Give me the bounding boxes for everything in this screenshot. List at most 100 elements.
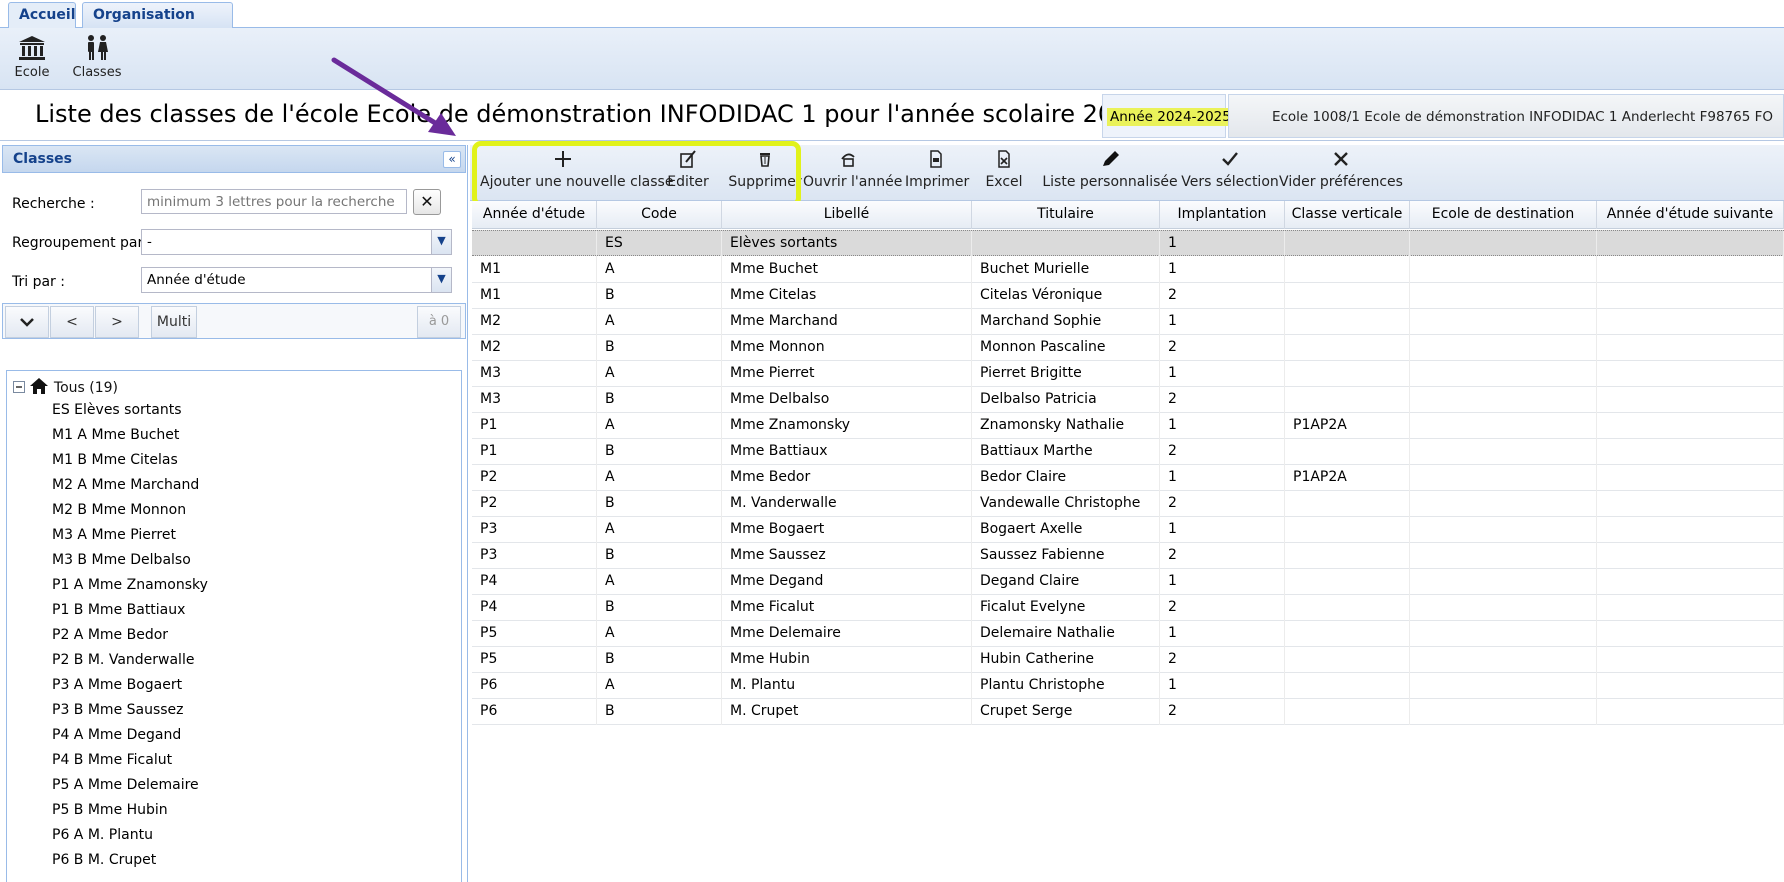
tree-root[interactable]: Tous (19) <box>13 377 118 397</box>
collapse-panel-button[interactable]: « <box>443 151 461 168</box>
tree-item[interactable]: P5 B Mme Hubin <box>52 802 168 818</box>
table-cell <box>472 231 597 257</box>
tree-item[interactable]: M3 A Mme Pierret <box>52 527 176 543</box>
ecole-button[interactable]: Ecole <box>12 34 52 80</box>
chevron-down-icon[interactable]: ▼ <box>431 230 451 254</box>
table-row[interactable]: M3 B Mme Delbalso Delbalso Patricia 2 <box>472 387 1784 413</box>
tree-item[interactable]: P4 A Mme Degand <box>52 727 181 743</box>
to-selection-button[interactable]: Vers sélection <box>1170 149 1290 190</box>
tab-accueil[interactable]: Accueil <box>8 2 76 28</box>
table-cell <box>1597 361 1784 387</box>
open-lock-icon <box>841 153 855 167</box>
table-cell: A <box>597 621 722 647</box>
table-cell: 1 <box>1160 569 1285 595</box>
table-cell: P4 <box>472 595 597 621</box>
school-info-box: Ecole 1008/1 Ecole de démonstration INFO… <box>1228 94 1784 138</box>
table-row[interactable]: P3 B Mme Saussez Saussez Fabienne 2 <box>472 543 1784 569</box>
print-button[interactable]: Imprimer <box>905 149 969 190</box>
double-chevron-left-icon: « <box>448 152 456 166</box>
reset-button[interactable]: à 0 <box>417 306 461 338</box>
group-row[interactable]: ES Elèves sortants 1 <box>472 230 1784 257</box>
tree-item[interactable]: P1 A Mme Znamonsky <box>52 577 208 593</box>
table-cell <box>1597 673 1784 699</box>
tree-item[interactable]: M1 A Mme Buchet <box>52 427 179 443</box>
search-input[interactable] <box>141 189 407 214</box>
table-row[interactable]: P6 B M. Crupet Crupet Serge 2 <box>472 699 1784 725</box>
table-row[interactable]: P1 A Mme Znamonsky Znamonsky Nathalie 1 P1AP2… <box>472 413 1784 439</box>
previous-button[interactable]: < <box>50 306 94 338</box>
table-cell: B <box>597 387 722 413</box>
table-row[interactable]: P4 A Mme Degand Degand Claire 1 <box>472 569 1784 595</box>
year-selector[interactable]: Année 2024-2025 <box>1102 94 1234 138</box>
table-row[interactable]: M2 A Mme Marchand Marchand Sophie 1 <box>472 309 1784 335</box>
multi-button[interactable]: Multi <box>151 306 197 338</box>
table-row[interactable]: M2 B Mme Monnon Monnon Pascaline 2 <box>472 335 1784 361</box>
table-cell <box>1285 673 1410 699</box>
table-cell: P3 <box>472 517 597 543</box>
tree-item[interactable]: P5 A Mme Delemaire <box>52 777 199 793</box>
tree-item[interactable]: M2 B Mme Monnon <box>52 502 186 518</box>
table-cell: Bedor Claire <box>972 465 1160 491</box>
table-row[interactable]: M1 B Mme Citelas Citelas Véronique 2 <box>472 283 1784 309</box>
tree-item[interactable]: P3 A Mme Bogaert <box>52 677 182 693</box>
tree-item[interactable]: M2 A Mme Marchand <box>52 477 199 493</box>
table-cell <box>1597 439 1784 465</box>
tree-item[interactable]: P6 A M. Plantu <box>52 827 153 843</box>
table-cell: Mme Bogaert <box>722 517 972 543</box>
table-row[interactable]: P3 A Mme Bogaert Bogaert Axelle 1 <box>472 517 1784 543</box>
chevron-down-icon[interactable]: ▼ <box>431 268 451 292</box>
table-cell: P3 <box>472 543 597 569</box>
grid-header: Année d'étude Code Libellé Titulaire Implant… <box>472 201 1784 229</box>
table-cell <box>1410 699 1597 725</box>
custom-list-button[interactable]: Liste personnalisée <box>1034 149 1186 190</box>
tree-item[interactable]: P1 B Mme Battiaux <box>52 602 185 618</box>
sort-by-select[interactable]: Année d'étude ▼ <box>141 267 452 293</box>
tree-item[interactable]: ES Elèves sortants <box>52 402 182 418</box>
excel-button[interactable]: Excel <box>982 149 1026 190</box>
table-row[interactable]: M1 A Mme Buchet Buchet Murielle 1 <box>472 257 1784 283</box>
table-cell: Buchet Murielle <box>972 257 1160 283</box>
tree-item[interactable]: P2 B M. Vanderwalle <box>52 652 194 668</box>
table-cell: P5 <box>472 647 597 673</box>
tree-item[interactable]: P4 B Mme Ficalut <box>52 752 172 768</box>
table-cell: M. Plantu <box>722 673 972 699</box>
excel-label: Excel <box>985 174 1023 190</box>
tree-item[interactable]: P2 A Mme Bedor <box>52 627 168 643</box>
column-header[interactable]: Code <box>597 201 722 229</box>
column-header[interactable]: Titulaire <box>972 201 1160 229</box>
tree-item[interactable]: P6 B M. Crupet <box>52 852 156 868</box>
column-header[interactable]: Année d'étude suivante <box>1597 201 1784 229</box>
tree-item[interactable]: M1 B Mme Citelas <box>52 452 178 468</box>
open-year-button[interactable]: Ouvrir l'année <box>803 149 902 190</box>
table-row[interactable]: P4 B Mme Ficalut Ficalut Evelyne 2 <box>472 595 1784 621</box>
tree-item[interactable]: P3 B Mme Saussez <box>52 702 184 718</box>
table-row[interactable]: P5 A Mme Delemaire Delemaire Nathalie 1 <box>472 621 1784 647</box>
clear-search-button[interactable]: ✕ <box>413 189 441 215</box>
table-cell: Mme Znamonsky <box>722 413 972 439</box>
table-cell <box>1597 647 1784 673</box>
column-header[interactable]: Libellé <box>722 201 972 229</box>
table-row[interactable]: P2 B M. Vanderwalle Vandewalle Christophe 2 <box>472 491 1784 517</box>
table-cell: Marchand Sophie <box>972 309 1160 335</box>
next-button[interactable]: > <box>95 306 139 338</box>
table-cell: Delbalso Patricia <box>972 387 1160 413</box>
table-row[interactable]: M3 A Mme Pierret Pierret Brigitte 1 <box>472 361 1784 387</box>
table-cell <box>1410 439 1597 465</box>
table-row[interactable]: P2 A Mme Bedor Bedor Claire 1 P1AP2A <box>472 465 1784 491</box>
column-header[interactable]: Classe verticale <box>1285 201 1410 229</box>
clear-preferences-button[interactable]: Vider préférences <box>1274 149 1408 190</box>
classes-button[interactable]: Classes <box>72 34 122 80</box>
expand-button[interactable] <box>5 306 49 338</box>
table-cell: M1 <box>472 283 597 309</box>
group-by-select[interactable]: - ▼ <box>141 229 452 255</box>
table-row[interactable]: P1 B Mme Battiaux Battiaux Marthe 2 <box>472 439 1784 465</box>
table-row[interactable]: P5 B Mme Hubin Hubin Catherine 2 <box>472 647 1784 673</box>
column-header[interactable]: Ecole de destination <box>1410 201 1597 229</box>
tab-organisation-ecole[interactable]: Organisation école <box>82 2 233 47</box>
collapse-tree-icon[interactable] <box>13 381 25 393</box>
table-row[interactable]: P6 A M. Plantu Plantu Christophe 1 <box>472 673 1784 699</box>
column-header[interactable]: Implantation <box>1160 201 1285 229</box>
table-cell <box>1410 413 1597 439</box>
column-header[interactable]: Année d'étude <box>472 201 597 229</box>
tree-item[interactable]: M3 B Mme Delbalso <box>52 552 191 568</box>
